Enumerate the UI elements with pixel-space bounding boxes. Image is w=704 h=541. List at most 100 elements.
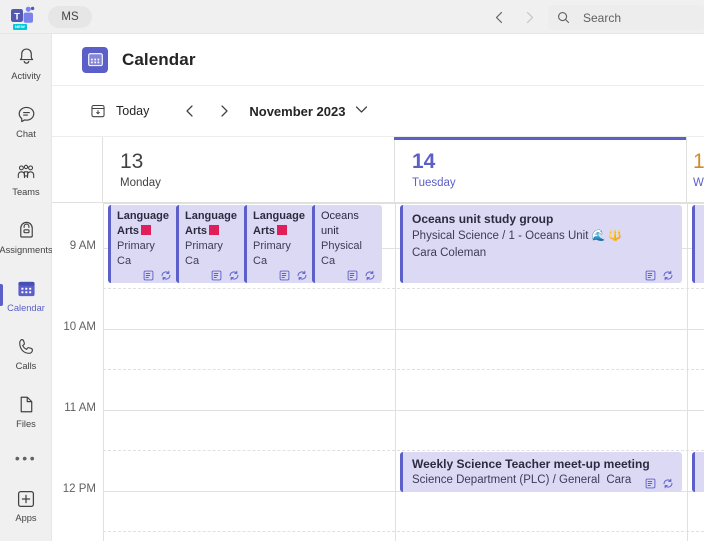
recurring-icon[interactable]: [228, 270, 240, 281]
sidebar-item-label: Calls: [15, 360, 37, 371]
notes-icon[interactable]: [645, 270, 656, 281]
calendar-toolbar: Today November 2023: [52, 86, 704, 137]
today-label: Today: [116, 104, 150, 118]
half-hour-gridline: [103, 288, 704, 289]
title-bar: T NEW MS Search: [0, 0, 704, 34]
calendar-event[interactable]: W S: [692, 452, 704, 492]
file-icon: [16, 394, 36, 416]
sidebar-item-apps[interactable]: Apps: [0, 476, 52, 534]
more-apps-button[interactable]: •••: [0, 440, 52, 476]
hour-row: 10 AM: [52, 321, 704, 410]
calendar-event[interactable]: Language Arts Primary Ca: [176, 205, 246, 283]
category-color-square: [209, 225, 220, 235]
notes-icon[interactable]: [211, 270, 222, 281]
hour-label: 12 PM: [62, 483, 96, 495]
sidebar-item-calendar[interactable]: Calendar: [0, 266, 52, 324]
notes-icon[interactable]: [347, 270, 358, 281]
sidebar-item-calls[interactable]: Calls: [0, 324, 52, 382]
search-icon: [558, 12, 570, 24]
notes-icon[interactable]: [143, 270, 154, 281]
chat-icon: [16, 104, 37, 126]
month-label: November 2023: [249, 103, 346, 119]
recurring-icon[interactable]: [662, 270, 674, 281]
teams-logo-icon[interactable]: T NEW: [10, 5, 36, 30]
phone-icon: [16, 336, 37, 358]
calendar-grid: 13 Monday 14 Tuesday 15 Wednesday 9 AM 1…: [52, 137, 704, 541]
calendar-event[interactable]: Oceans unit study group Physical Science…: [400, 205, 682, 283]
new-badge: NEW: [13, 23, 27, 30]
calendar-event[interactable]: Oceans unit Physical Ca: [312, 205, 382, 283]
event-icons: [211, 270, 240, 281]
event-subject: Primary: [117, 240, 155, 252]
category-color-square: [141, 225, 152, 235]
sidebar-item-activity[interactable]: Activity: [0, 34, 52, 92]
next-period-button[interactable]: [207, 97, 241, 125]
sidebar-item-files[interactable]: Files: [0, 382, 52, 440]
today-calendar-icon: [91, 104, 105, 118]
event-icons: [279, 270, 308, 281]
sidebar-item-label: Assignments: [0, 244, 53, 255]
view-dropdown-button[interactable]: [355, 105, 368, 117]
event-organizer: Cara Coleman: [412, 247, 487, 259]
today-indicator-bar: [394, 137, 686, 140]
event-title: Oceans unit: [321, 210, 359, 237]
time-gutter-header: [52, 137, 103, 203]
sidebar-item-label: Teams: [12, 186, 40, 197]
app-rail: Activity Chat Teams Assignments Calendar…: [0, 34, 53, 541]
sidebar-item-teams[interactable]: Teams: [0, 150, 52, 208]
search-placeholder: Search: [583, 10, 622, 25]
calendar-event[interactable]: Weekly Science Teacher meet-up meeting S…: [400, 452, 682, 492]
recurring-icon[interactable]: [296, 270, 308, 281]
day-header-monday[interactable]: 13 Monday: [103, 137, 395, 203]
event-subject: Science Department (PLC) / General Cara: [412, 474, 632, 486]
day-name: Tuesday: [412, 177, 456, 189]
calendar-event[interactable]: Language Arts Primary Ca: [244, 205, 314, 283]
day-number: 15: [693, 150, 704, 173]
notes-icon[interactable]: [279, 270, 290, 281]
page-title: Calendar: [122, 49, 196, 69]
chevron-left-icon: [186, 105, 193, 117]
back-button[interactable]: [484, 2, 514, 32]
half-hour-gridline: [103, 531, 704, 532]
hour-gridline: [103, 203, 704, 204]
notes-icon[interactable]: [645, 478, 656, 489]
plus-box-icon: [16, 488, 36, 510]
event-icons: [645, 478, 674, 489]
hour-gridline: [103, 329, 704, 330]
chevron-right-icon: [526, 11, 533, 23]
day-header-tuesday[interactable]: 14 Tuesday: [394, 137, 687, 203]
sidebar-item-chat[interactable]: Chat: [0, 92, 52, 150]
prev-period-button[interactable]: [173, 97, 207, 125]
event-icons: [347, 270, 376, 281]
event-subject: Physical: [321, 240, 362, 252]
chevron-right-icon: [221, 105, 228, 117]
calendar-event[interactable]: Language Arts Primary Ca: [108, 205, 178, 283]
today-button[interactable]: Today: [90, 103, 149, 119]
recurring-icon[interactable]: [662, 478, 674, 489]
account-avatar[interactable]: MS: [48, 5, 92, 28]
chevron-left-icon: [495, 11, 502, 23]
event-organizer: Ca: [321, 255, 336, 267]
day-number: 13: [120, 150, 144, 173]
bell-icon: [16, 46, 37, 68]
event-title: Language Arts: [117, 210, 169, 237]
recurring-icon[interactable]: [160, 270, 172, 281]
recurring-icon[interactable]: [364, 270, 376, 281]
event-icons: [645, 270, 674, 281]
event-emoji: 🌊 🔱: [591, 230, 623, 242]
event-subject: Primary: [185, 240, 223, 252]
event-subject: Physical Science / 1 - Oceans Unit 🌊 🔱: [412, 230, 623, 242]
sidebar-item-assignments[interactable]: Assignments: [0, 208, 53, 266]
sidebar-item-label: Calendar: [7, 302, 45, 313]
event-title: Weekly Science Teacher meet-up meeting: [412, 457, 650, 471]
calendar-event[interactable]: O P C: [692, 205, 704, 283]
calendar-icon: [82, 46, 108, 73]
chevron-down-icon: [356, 106, 368, 113]
day-header-wednesday[interactable]: 15 Wednesday: [687, 137, 704, 203]
search-input[interactable]: Search: [548, 5, 704, 30]
half-hour-gridline: [103, 450, 704, 451]
forward-button[interactable]: [514, 2, 544, 32]
event-title: Oceans unit study group: [412, 212, 554, 226]
column-divider: [395, 203, 396, 541]
sidebar-item-label: Chat: [16, 128, 36, 139]
